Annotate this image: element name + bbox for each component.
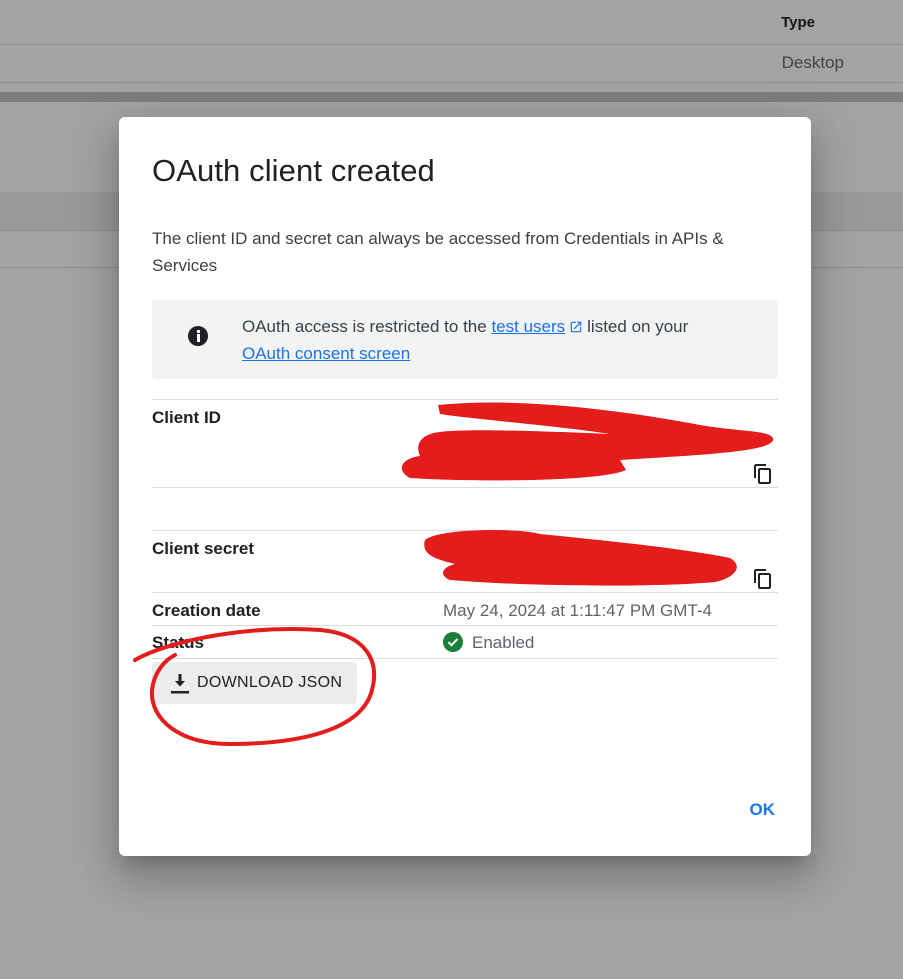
- external-link-icon: [570, 321, 582, 333]
- creation-date-label: Creation date: [152, 601, 261, 620]
- download-icon: [171, 674, 189, 694]
- oauth-consent-screen-link[interactable]: OAuth consent screen: [242, 344, 410, 363]
- status-label: Status: [152, 633, 204, 652]
- client-secret-label: Client secret: [152, 539, 255, 558]
- notice-text-before: OAuth access is restricted to the: [242, 317, 487, 336]
- client-id-label: Client ID: [152, 408, 221, 427]
- oauth-created-dialog: OAuth client created The client ID and s…: [119, 117, 811, 856]
- restriction-notice: OAuth access is restricted to the test u…: [152, 300, 778, 379]
- check-circle-icon: [443, 632, 463, 652]
- test-users-link[interactable]: test users: [491, 317, 565, 336]
- copy-client-id-icon[interactable]: [754, 464, 772, 484]
- client-id-row: Client ID: [152, 399, 778, 488]
- notice-text: OAuth access is restricted to the test u…: [242, 313, 762, 367]
- divider: [152, 487, 778, 488]
- creation-date-row: Creation date May 24, 2024 at 1:11:47 PM…: [152, 592, 778, 625]
- notice-text-middle: listed on your: [587, 317, 689, 336]
- download-json-label: DOWNLOAD JSON: [197, 674, 343, 691]
- status-value: Enabled: [472, 633, 535, 652]
- dialog-title: OAuth client created: [152, 153, 435, 188]
- creation-date-value: May 24, 2024 at 1:11:47 PM GMT-4: [443, 601, 712, 620]
- client-secret-row: Client secret: [152, 530, 778, 593]
- info-icon: [188, 326, 208, 346]
- dialog-description: The client ID and secret can always be a…: [152, 229, 724, 275]
- ok-button[interactable]: OK: [750, 800, 776, 820]
- copy-client-secret-icon[interactable]: [754, 569, 772, 589]
- download-json-button[interactable]: DOWNLOAD JSON: [152, 662, 357, 704]
- status-row: Status Enabled: [152, 625, 778, 659]
